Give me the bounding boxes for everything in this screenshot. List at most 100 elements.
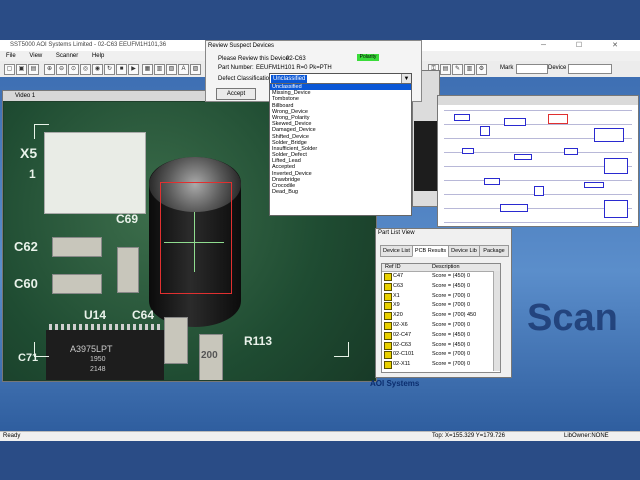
row-ref-id: X20 [393, 312, 403, 319]
grid-icon[interactable]: ▦ [142, 64, 153, 75]
inspection-region-box[interactable] [160, 182, 232, 294]
table-row[interactable]: X9 Score = (700) 0 [382, 301, 500, 311]
map-component[interactable] [504, 118, 526, 126]
open-icon[interactable]: ▢ [4, 64, 15, 75]
table-scrollbar[interactable] [493, 271, 500, 371]
result-status-icon [384, 312, 392, 321]
edit-icon[interactable]: ✎ [452, 64, 463, 75]
board-map[interactable] [444, 108, 632, 223]
tab-package[interactable]: Package [479, 245, 509, 257]
defect-classification-label: Defect Classification: [218, 76, 275, 82]
board-label-pin1: 1 [29, 167, 36, 181]
map-component[interactable] [604, 158, 628, 174]
crosshair-vertical [194, 212, 195, 272]
table-row[interactable]: C63 Score = (450) 0 [382, 282, 500, 291]
table-row[interactable]: 02-X6 Score = (700) 0 [382, 321, 500, 330]
column-description[interactable]: Description [432, 264, 460, 271]
row-ref-id: 02-C101 [393, 351, 415, 358]
map-selected-component[interactable] [548, 114, 568, 124]
text-tool-icon[interactable]: A [178, 64, 189, 75]
part-list-window[interactable]: Part List View Device List PCB Results D… [375, 228, 512, 378]
table-row[interactable]: 02-C101 Score = (700) 0 [382, 350, 500, 360]
device-field[interactable] [568, 64, 612, 74]
table-row[interactable]: 02-X11 Score = (700) 0 [382, 360, 500, 370]
ic-date-code: 1950 [90, 356, 106, 363]
result-status-icon [384, 361, 392, 370]
column-ref-id[interactable]: Ref ID [385, 264, 401, 271]
chart-icon[interactable]: ▥ [464, 64, 475, 75]
layout-icon[interactable]: ▥ [154, 64, 165, 75]
device-icon[interactable]: ▤ [440, 64, 451, 75]
frame-icon[interactable]: ▧ [166, 64, 177, 75]
cursor-coordinates: Top: X=155.329 Y=179.726 [432, 433, 505, 439]
table-row[interactable]: 02-C63 Score = (450) 0 [382, 341, 500, 350]
row-description: Score = (450) 0 [432, 282, 471, 289]
board-map-title-bar[interactable] [438, 96, 638, 105]
tab-device-list[interactable]: Device List [380, 245, 413, 257]
row-description: Score = (700) 0 [432, 322, 471, 328]
secondary-video-image [414, 121, 438, 191]
classification-option[interactable]: Dead_Bug [270, 189, 411, 195]
part-number-label: Part Number: [218, 65, 254, 71]
accept-button[interactable]: Accept [216, 88, 256, 100]
map-component[interactable] [584, 182, 604, 188]
result-status-icon [384, 282, 392, 291]
map-component[interactable] [514, 154, 532, 160]
map-component[interactable] [454, 114, 470, 121]
board-label-c60: C60 [14, 276, 38, 291]
menu-file[interactable]: File [6, 53, 16, 59]
map-component[interactable] [484, 178, 500, 185]
ic-lot-code: 2148 [90, 366, 106, 373]
tab-device-lib[interactable]: Device Lib [448, 245, 480, 257]
zoom-area-icon[interactable]: ◎ [80, 64, 91, 75]
zoom-out-icon[interactable]: ⊖ [56, 64, 67, 75]
board-label-u14: U14 [84, 308, 107, 322]
board-label-c64: C64 [132, 308, 155, 322]
fov-corner-tl [34, 124, 49, 139]
zoom-in-icon[interactable]: ⊕ [44, 64, 55, 75]
status-text: Ready [3, 433, 21, 439]
pcb-results-table[interactable]: Ref ID Description C47 Score = (450) 0 C63… [381, 263, 501, 373]
row-ref-id: 02-C47 [393, 331, 412, 338]
refresh-icon[interactable]: ↻ [104, 64, 115, 75]
table-row[interactable]: X20 Score = (700) 450 [382, 311, 500, 321]
mark-label: Mark [500, 65, 514, 71]
map-component[interactable] [594, 128, 624, 142]
menu-help[interactable]: Help [92, 53, 104, 59]
board-label-c62: C62 [14, 239, 38, 254]
map-component[interactable] [462, 148, 474, 154]
row-ref-id: 02-C63 [393, 341, 412, 348]
board-label-c69: C69 [116, 212, 139, 226]
save-icon[interactable]: ▣ [16, 64, 27, 75]
map-component[interactable] [500, 204, 528, 212]
stop-icon[interactable]: ■ [116, 64, 127, 75]
mark-field[interactable] [516, 64, 548, 74]
zoom-fit-icon[interactable]: ⊙ [68, 64, 79, 75]
classification-dropdown-list[interactable]: Unclassified Missing_Device Tombstone Billb… [269, 83, 412, 216]
map-component[interactable] [534, 186, 544, 196]
row-description: Score = (450) 0 [432, 273, 471, 279]
board-map-window[interactable] [437, 95, 639, 227]
panel-icon[interactable]: ▨ [190, 64, 201, 75]
play-icon[interactable]: ▶ [128, 64, 139, 75]
tab-pcb-results[interactable]: PCB Results [412, 245, 449, 257]
menu-view[interactable]: View [29, 53, 42, 59]
row-description: Score = (700) 0 [432, 361, 471, 368]
menu-scanner[interactable]: Scanner [56, 53, 78, 59]
map-component[interactable] [604, 200, 628, 218]
settings-icon[interactable]: ⚙ [476, 64, 487, 75]
table-row[interactable]: C47 Score = (450) 0 [382, 272, 500, 281]
app-title: SST5000 AOI Systems Limited - 02-C63 EEU… [10, 42, 167, 48]
table-row[interactable]: 02-C47 Score = (450) 0 [382, 331, 500, 340]
map-component[interactable] [564, 148, 578, 155]
window-controls[interactable]: ─ ☐ ✕ [541, 40, 632, 51]
table-row[interactable]: X1 Score = (700) 0 [382, 292, 500, 301]
map-component[interactable] [480, 126, 490, 136]
result-status-icon [384, 273, 392, 281]
zoom-reset-icon[interactable]: ◉ [92, 64, 103, 75]
print-icon[interactable]: ▤ [28, 64, 39, 75]
row-ref-id: C63 [393, 282, 404, 289]
screen: SST5000 AOI Systems Limited - 02-C63 EEU… [0, 0, 640, 480]
board-label-200: 200 [201, 350, 218, 361]
result-status-icon [384, 341, 392, 350]
